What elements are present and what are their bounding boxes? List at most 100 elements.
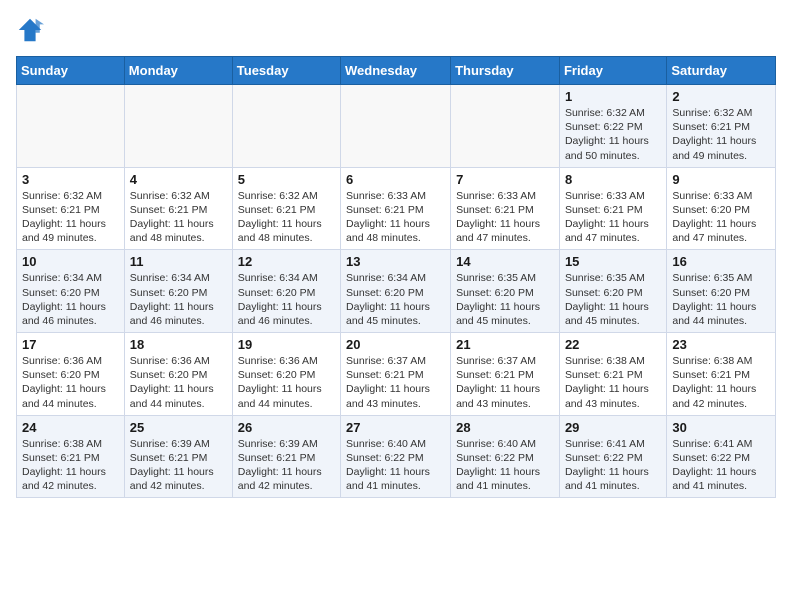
calendar-cell [451,85,560,168]
day-number: 13 [346,254,445,269]
day-number: 23 [672,337,770,352]
calendar-cell: 25 Sunrise: 6:39 AM Sunset: 6:21 PM Dayli… [124,415,232,498]
page-header [16,16,776,44]
day-number: 5 [238,172,335,187]
day-number: 3 [22,172,119,187]
day-info: Sunrise: 6:33 AM Sunset: 6:21 PM Dayligh… [565,189,661,246]
calendar-week-row: 17 Sunrise: 6:36 AM Sunset: 6:20 PM Dayli… [17,333,776,416]
day-info: Sunrise: 6:39 AM Sunset: 6:21 PM Dayligh… [130,437,227,494]
calendar-week-row: 1Sunrise: 6:32 AM Sunset: 6:22 PM Daylig… [17,85,776,168]
calendar-cell: 15 Sunrise: 6:35 AM Sunset: 6:20 PM Dayli… [559,250,666,333]
calendar-cell: 29 Sunrise: 6:41 AM Sunset: 6:22 PM Dayli… [559,415,666,498]
calendar-cell: 6 Sunrise: 6:33 AM Sunset: 6:21 PM Daylig… [341,167,451,250]
calendar-cell [232,85,340,168]
day-number: 8 [565,172,661,187]
calendar-table: SundayMondayTuesdayWednesdayThursdayFrid… [16,56,776,498]
day-info: Sunrise: 6:36 AM Sunset: 6:20 PM Dayligh… [22,354,119,411]
day-number: 11 [130,254,227,269]
day-info: Sunrise: 6:32 AM Sunset: 6:21 PM Dayligh… [130,189,227,246]
day-number: 9 [672,172,770,187]
day-number: 4 [130,172,227,187]
day-number: 12 [238,254,335,269]
day-info: Sunrise: 6:37 AM Sunset: 6:21 PM Dayligh… [346,354,445,411]
day-info: Sunrise: 6:34 AM Sunset: 6:20 PM Dayligh… [238,271,335,328]
calendar-cell [341,85,451,168]
calendar-week-row: 10 Sunrise: 6:34 AM Sunset: 6:20 PM Dayli… [17,250,776,333]
calendar-cell: 23 Sunrise: 6:38 AM Sunset: 6:21 PM Dayli… [667,333,776,416]
day-info: Sunrise: 6:34 AM Sunset: 6:20 PM Dayligh… [346,271,445,328]
calendar-cell: 5 Sunrise: 6:32 AM Sunset: 6:21 PM Daylig… [232,167,340,250]
day-number: 30 [672,420,770,435]
day-info: Sunrise: 6:35 AM Sunset: 6:20 PM Dayligh… [672,271,770,328]
day-info: Sunrise: 6:36 AM Sunset: 6:20 PM Dayligh… [238,354,335,411]
calendar-cell: 2Sunrise: 6:32 AM Sunset: 6:21 PM Daylig… [667,85,776,168]
day-number: 20 [346,337,445,352]
calendar-cell: 4 Sunrise: 6:32 AM Sunset: 6:21 PM Daylig… [124,167,232,250]
day-number: 29 [565,420,661,435]
day-number: 16 [672,254,770,269]
day-number: 27 [346,420,445,435]
weekday-header: Sunday [17,57,125,85]
logo-icon [16,16,44,44]
calendar-cell: 10 Sunrise: 6:34 AM Sunset: 6:20 PM Dayli… [17,250,125,333]
day-number: 17 [22,337,119,352]
calendar-cell: 7 Sunrise: 6:33 AM Sunset: 6:21 PM Daylig… [451,167,560,250]
calendar-cell: 13 Sunrise: 6:34 AM Sunset: 6:20 PM Dayli… [341,250,451,333]
calendar-cell: 20 Sunrise: 6:37 AM Sunset: 6:21 PM Dayli… [341,333,451,416]
day-info: Sunrise: 6:33 AM Sunset: 6:21 PM Dayligh… [456,189,554,246]
weekday-header: Saturday [667,57,776,85]
day-info: Sunrise: 6:33 AM Sunset: 6:20 PM Dayligh… [672,189,770,246]
day-info: Sunrise: 6:35 AM Sunset: 6:20 PM Dayligh… [565,271,661,328]
calendar-cell: 14 Sunrise: 6:35 AM Sunset: 6:20 PM Dayli… [451,250,560,333]
day-info: Sunrise: 6:40 AM Sunset: 6:22 PM Dayligh… [346,437,445,494]
day-number: 22 [565,337,661,352]
day-info: Sunrise: 6:37 AM Sunset: 6:21 PM Dayligh… [456,354,554,411]
day-number: 28 [456,420,554,435]
day-number: 18 [130,337,227,352]
weekday-header: Wednesday [341,57,451,85]
day-info: Sunrise: 6:32 AM Sunset: 6:21 PM Dayligh… [238,189,335,246]
calendar-cell [124,85,232,168]
day-info: Sunrise: 6:36 AM Sunset: 6:20 PM Dayligh… [130,354,227,411]
day-info: Sunrise: 6:40 AM Sunset: 6:22 PM Dayligh… [456,437,554,494]
calendar-cell: 9 Sunrise: 6:33 AM Sunset: 6:20 PM Daylig… [667,167,776,250]
calendar-cell: 12 Sunrise: 6:34 AM Sunset: 6:20 PM Dayli… [232,250,340,333]
calendar-cell: 8 Sunrise: 6:33 AM Sunset: 6:21 PM Daylig… [559,167,666,250]
day-number: 25 [130,420,227,435]
calendar-week-row: 24Sunrise: 6:38 AM Sunset: 6:21 PM Dayli… [17,415,776,498]
day-number: 14 [456,254,554,269]
day-number: 15 [565,254,661,269]
day-info: Sunrise: 6:33 AM Sunset: 6:21 PM Dayligh… [346,189,445,246]
day-info: Sunrise: 6:38 AM Sunset: 6:21 PM Dayligh… [672,354,770,411]
calendar-cell: 16 Sunrise: 6:35 AM Sunset: 6:20 PM Dayli… [667,250,776,333]
calendar-week-row: 3 Sunrise: 6:32 AM Sunset: 6:21 PM Daylig… [17,167,776,250]
day-info: Sunrise: 6:41 AM Sunset: 6:22 PM Dayligh… [565,437,661,494]
day-info: Sunrise: 6:32 AM Sunset: 6:21 PM Dayligh… [22,189,119,246]
day-info: Sunrise: 6:34 AM Sunset: 6:20 PM Dayligh… [130,271,227,328]
day-number: 26 [238,420,335,435]
day-number: 21 [456,337,554,352]
calendar-cell: 21 Sunrise: 6:37 AM Sunset: 6:21 PM Dayli… [451,333,560,416]
calendar-cell [17,85,125,168]
calendar-cell: 11 Sunrise: 6:34 AM Sunset: 6:20 PM Dayli… [124,250,232,333]
weekday-header: Thursday [451,57,560,85]
day-number: 6 [346,172,445,187]
day-number: 19 [238,337,335,352]
logo [16,16,48,44]
day-number: 1 [565,89,661,104]
day-info: Sunrise: 6:35 AM Sunset: 6:20 PM Dayligh… [456,271,554,328]
calendar-cell: 17 Sunrise: 6:36 AM Sunset: 6:20 PM Dayli… [17,333,125,416]
day-number: 2 [672,89,770,104]
calendar-cell: 24Sunrise: 6:38 AM Sunset: 6:21 PM Dayli… [17,415,125,498]
day-info: Sunrise: 6:34 AM Sunset: 6:20 PM Dayligh… [22,271,119,328]
day-number: 10 [22,254,119,269]
calendar-cell: 26Sunrise: 6:39 AM Sunset: 6:21 PM Dayli… [232,415,340,498]
weekday-header: Tuesday [232,57,340,85]
calendar-cell: 1Sunrise: 6:32 AM Sunset: 6:22 PM Daylig… [559,85,666,168]
day-info: Sunrise: 6:38 AM Sunset: 6:21 PM Dayligh… [22,437,119,494]
calendar-cell: 30Sunrise: 6:41 AM Sunset: 6:22 PM Dayli… [667,415,776,498]
calendar-cell: 27 Sunrise: 6:40 AM Sunset: 6:22 PM Dayli… [341,415,451,498]
day-info: Sunrise: 6:38 AM Sunset: 6:21 PM Dayligh… [565,354,661,411]
calendar-cell: 22 Sunrise: 6:38 AM Sunset: 6:21 PM Dayli… [559,333,666,416]
day-number: 7 [456,172,554,187]
